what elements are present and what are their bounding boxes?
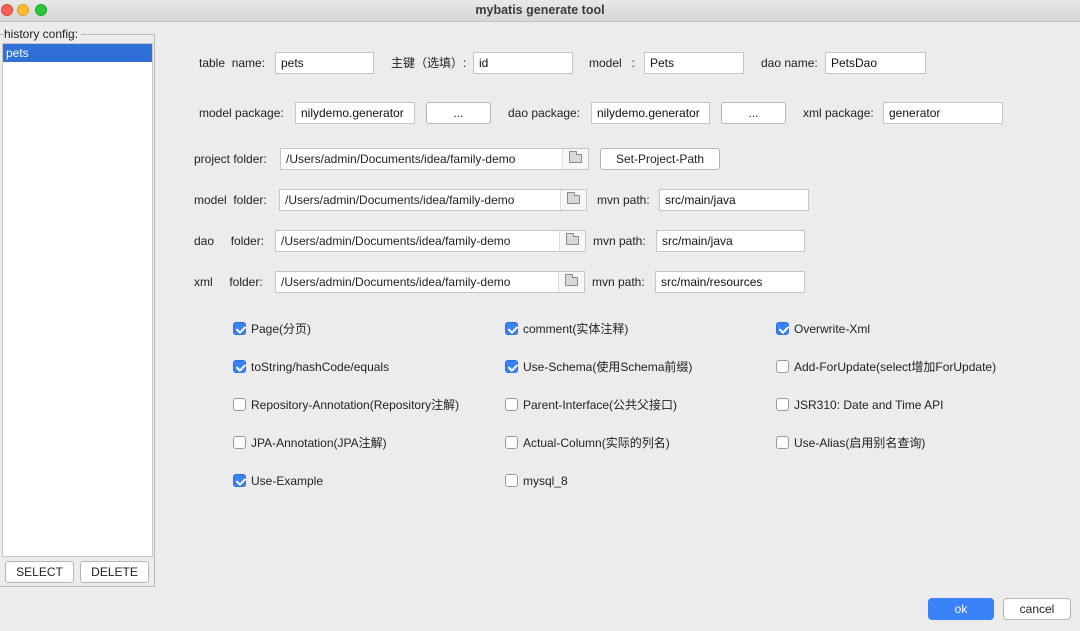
table-name-label: table name:	[199, 56, 266, 70]
checkbox-checked[interactable]	[233, 322, 246, 335]
window-title: mybatis generate tool	[475, 3, 605, 17]
dao-folder-field[interactable]: /Users/admin/Documents/idea/family-demo	[275, 230, 586, 252]
dao-package-browse-button[interactable]: ...	[721, 102, 786, 124]
checkbox-unchecked[interactable]	[776, 436, 789, 449]
checkbox-unchecked[interactable]	[233, 436, 246, 449]
checkbox-unchecked[interactable]	[505, 474, 518, 487]
history-list[interactable]: pets	[2, 43, 153, 557]
primary-key-input[interactable]: id	[473, 52, 573, 74]
xml-folder-browse[interactable]	[558, 272, 584, 292]
model-mvn-path-label: mvn path:	[597, 193, 650, 207]
set-project-path-button[interactable]: Set-Project-Path	[600, 148, 720, 170]
dao-mvn-path-label: mvn path:	[593, 234, 646, 248]
folder-icon	[565, 274, 578, 286]
checkbox-checked[interactable]	[233, 360, 246, 373]
checkbox-unchecked[interactable]	[505, 436, 518, 449]
folder-icon	[569, 151, 582, 163]
folder-icon	[567, 192, 580, 204]
model-mvn-path-input[interactable]: src/main/java	[659, 189, 809, 211]
dao-package-label: dao package:	[508, 106, 581, 120]
checkbox-unchecked[interactable]	[776, 398, 789, 411]
xml-folder-value: /Users/admin/Documents/idea/family-demo	[281, 275, 511, 289]
model-package-label: model package:	[199, 106, 284, 120]
select-button[interactable]: SELECT	[5, 561, 74, 583]
dao-mvn-path-input[interactable]: src/main/java	[656, 230, 805, 252]
history-item-pets[interactable]: pets	[3, 44, 152, 62]
checkbox-unchecked[interactable]	[233, 398, 246, 411]
xml-mvn-path-input[interactable]: src/main/resources	[655, 271, 805, 293]
ok-button[interactable]: ok	[928, 598, 994, 620]
model-package-input[interactable]: nilydemo.generator	[295, 102, 415, 124]
history-config-label: history config:	[4, 27, 82, 41]
xml-folder-label: xml folder:	[194, 275, 263, 289]
model-folder-browse[interactable]	[560, 190, 586, 210]
dao-name-input[interactable]: PetsDao	[825, 52, 926, 74]
dao-folder-browse[interactable]	[559, 231, 585, 251]
project-folder-browse[interactable]	[562, 149, 588, 169]
table-name-input[interactable]: pets	[275, 52, 374, 74]
cancel-button[interactable]: cancel	[1003, 598, 1071, 620]
checkbox-checked[interactable]	[505, 360, 518, 373]
xml-package-input[interactable]: generator	[883, 102, 1003, 124]
xml-folder-field[interactable]: /Users/admin/Documents/idea/family-demo	[275, 271, 585, 293]
model-folder-field[interactable]: /Users/admin/Documents/idea/family-demo	[279, 189, 587, 211]
dao-folder-label: dao folder:	[194, 234, 265, 248]
title-bar: mybatis generate tool	[0, 0, 1080, 22]
dao-folder-value: /Users/admin/Documents/idea/family-demo	[281, 234, 511, 248]
checkbox-unchecked[interactable]	[505, 398, 518, 411]
delete-button[interactable]: DELETE	[80, 561, 149, 583]
model-folder-value: /Users/admin/Documents/idea/family-demo	[285, 193, 515, 207]
model-folder-label: model folder:	[194, 193, 267, 207]
project-folder-label: project folder:	[194, 152, 267, 166]
checkbox-checked[interactable]	[233, 474, 246, 487]
dao-package-input[interactable]: nilydemo.generator	[591, 102, 710, 124]
project-folder-field[interactable]: /Users/admin/Documents/idea/family-demo	[280, 148, 589, 170]
model-name-label: model :	[589, 56, 636, 70]
xml-mvn-path-label: mvn path:	[592, 275, 645, 289]
checkbox-checked[interactable]	[505, 322, 518, 335]
primary-key-label: 主键（选填）:	[391, 56, 467, 70]
checkbox-checked[interactable]	[776, 322, 789, 335]
project-folder-value: /Users/admin/Documents/idea/family-demo	[286, 152, 516, 166]
model-name-input[interactable]: Pets	[644, 52, 744, 74]
folder-icon	[566, 233, 579, 245]
model-package-browse-button[interactable]: ...	[426, 102, 491, 124]
checkbox-unchecked[interactable]	[776, 360, 789, 373]
xml-package-label: xml package:	[803, 106, 874, 120]
dao-name-label: dao name:	[761, 56, 818, 70]
